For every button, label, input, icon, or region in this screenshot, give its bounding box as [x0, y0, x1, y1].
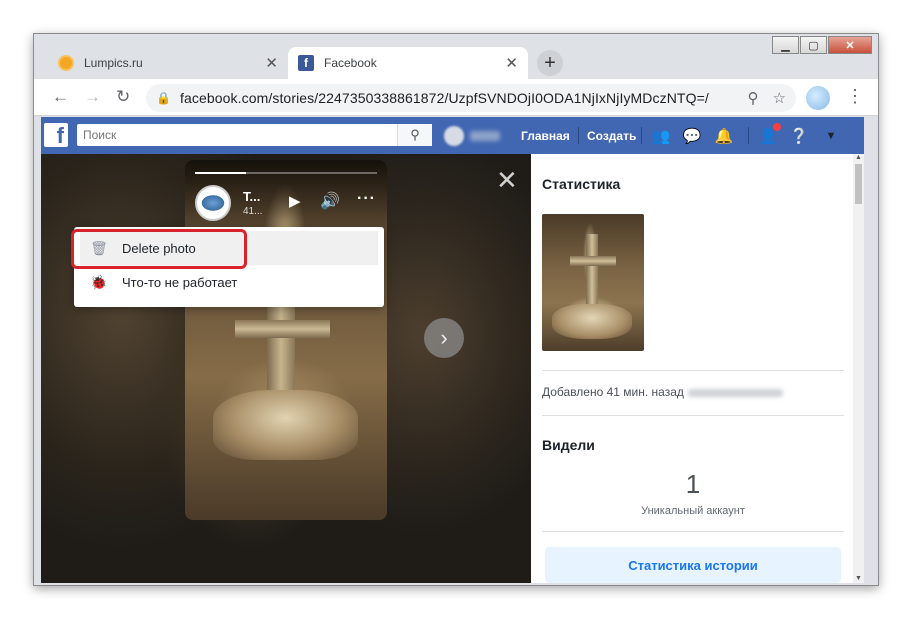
- user-name-blurred: [470, 131, 500, 141]
- new-tab-button[interactable]: +: [537, 50, 563, 76]
- story-thumbnail[interactable]: [542, 214, 644, 351]
- lumpics-favicon-icon: [58, 55, 74, 71]
- story-card[interactable]: T... 41... ▶ 🔊 ···: [185, 160, 387, 520]
- maximize-button[interactable]: ▢: [800, 36, 827, 54]
- views-label: Уникальный аккаунт: [641, 505, 745, 517]
- story-stats-button[interactable]: Статистика истории: [545, 547, 841, 583]
- nav-divider: [748, 127, 749, 144]
- create-link[interactable]: Создать: [587, 129, 636, 143]
- tab-strip: ▁ ▢ ✕ Lumpics.ru ✕ f Facebook ✕ +: [34, 34, 878, 79]
- close-tab-icon[interactable]: ✕: [505, 54, 518, 72]
- added-time-text: Добавлено 41 мин. назад: [542, 385, 783, 399]
- lock-icon: 🔒: [156, 91, 171, 105]
- url-text: facebook.com/stories/2247350338861872/Uz…: [180, 90, 709, 106]
- play-icon[interactable]: ▶: [289, 192, 301, 210]
- story-timestamp: 41...: [243, 206, 263, 217]
- story-stats-panel: Статистика Добавлено 41 мин. назад Видел…: [531, 154, 853, 583]
- divider: [542, 370, 844, 371]
- home-link[interactable]: Главная: [521, 129, 570, 143]
- tab-title: Lumpics.ru: [84, 56, 143, 70]
- stats-heading: Статистика: [542, 176, 621, 192]
- close-window-button[interactable]: ✕: [828, 36, 872, 54]
- facebook-favicon-icon: f: [298, 55, 314, 71]
- thumbnail-detail: [586, 234, 598, 314]
- browser-window: ▁ ▢ ✕ Lumpics.ru ✕ f Facebook ✕ + ← → ↻ …: [33, 33, 879, 586]
- page-viewport: f ⚲ Главная Создать 👥 💬 🔔 👤 ❔ ▼ ✕: [41, 117, 864, 583]
- facebook-logo-icon[interactable]: f: [44, 123, 68, 147]
- friend-requests-icon[interactable]: 👥: [651, 126, 671, 146]
- profile-avatar[interactable]: [806, 86, 830, 110]
- facebook-header: f ⚲ Главная Создать 👥 💬 🔔 👤 ❔ ▼: [41, 117, 864, 154]
- account-menu-chevron-down-icon[interactable]: ▼: [821, 126, 841, 146]
- next-story-chevron-right-icon[interactable]: ›: [424, 318, 464, 358]
- scrollbar-thumb[interactable]: [855, 164, 862, 204]
- reload-icon[interactable]: ↻: [116, 87, 130, 107]
- menu-item-report-problem[interactable]: 🐞 Что-то не работает: [80, 265, 378, 299]
- bug-icon: 🐞: [90, 273, 108, 290]
- forward-arrow-icon[interactable]: →: [84, 87, 101, 107]
- avatar: [444, 126, 464, 146]
- minimize-button[interactable]: ▁: [772, 36, 799, 54]
- nav-divider: [641, 127, 642, 144]
- browser-toolbar: ← → ↻ 🔒 facebook.com/stories/22473503388…: [34, 79, 878, 116]
- back-arrow-icon[interactable]: ←: [52, 87, 69, 107]
- tab-facebook[interactable]: f Facebook ✕: [288, 47, 528, 79]
- user-profile-link[interactable]: [444, 126, 500, 146]
- story-author-avatar[interactable]: [195, 185, 231, 221]
- seen-heading: Видели: [542, 437, 595, 453]
- browser-menu-icon[interactable]: ⋮: [846, 86, 864, 107]
- story-progress-bar: [195, 172, 377, 174]
- search-icon[interactable]: ⚲: [397, 124, 432, 146]
- avatar-logo: [200, 194, 226, 212]
- close-tab-icon[interactable]: ✕: [265, 54, 278, 72]
- more-options-icon[interactable]: ···: [357, 190, 376, 208]
- scroll-down-icon[interactable]: ▼: [855, 575, 862, 582]
- story-viewer: ✕ T... 41... ▶ 🔊 ··· › 🗑 Delete photo 🐞 …: [41, 154, 531, 583]
- nav-divider: [578, 127, 579, 144]
- added-label: Добавлено 41 мин. назад: [542, 385, 684, 399]
- notifications-bell-icon[interactable]: 🔔: [714, 126, 734, 146]
- menu-item-label: Что-то не работает: [122, 274, 238, 290]
- annotation-highlight: [71, 229, 247, 269]
- scroll-up-icon[interactable]: ▲: [855, 154, 862, 161]
- divider: [542, 531, 844, 532]
- bookmark-star-icon[interactable]: ☆: [773, 89, 786, 107]
- address-bar[interactable]: 🔒 facebook.com/stories/2247350338861872/…: [146, 84, 796, 112]
- story-photo-detail: [235, 320, 330, 338]
- volume-icon[interactable]: 🔊: [320, 191, 340, 211]
- story-photo-detail: [213, 390, 358, 460]
- privacy-blurred: [687, 388, 783, 397]
- window-controls: ▁ ▢ ✕: [771, 36, 872, 54]
- page-scrollbar[interactable]: ▲ ▼: [853, 154, 864, 583]
- views-count: 1: [685, 469, 701, 499]
- search-input[interactable]: [77, 124, 432, 146]
- messenger-icon[interactable]: 💬: [682, 126, 702, 146]
- thumbnail-detail: [570, 256, 616, 266]
- tab-title: Facebook: [324, 56, 377, 70]
- tab-lumpics[interactable]: Lumpics.ru ✕: [48, 47, 288, 79]
- divider: [542, 415, 844, 416]
- story-progress-fill: [195, 172, 246, 174]
- story-author-name[interactable]: T...: [243, 189, 260, 204]
- notification-badge: [773, 123, 781, 131]
- thumbnail-detail: [552, 304, 632, 339]
- help-icon[interactable]: ❔: [789, 126, 809, 146]
- zoom-icon[interactable]: ⚲: [748, 89, 759, 107]
- close-story-icon[interactable]: ✕: [496, 167, 518, 193]
